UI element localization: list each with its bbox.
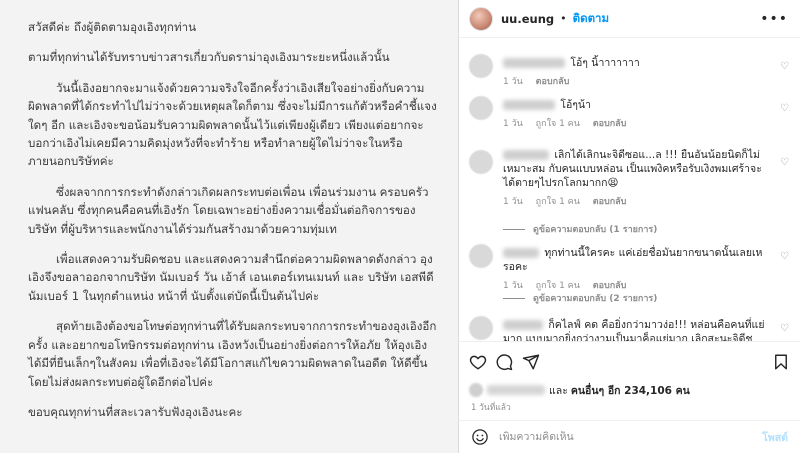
comment-text: โอ้ๆน้า (560, 99, 592, 111)
follow-button[interactable]: ติดตาม (573, 10, 609, 28)
comment-meta: 1 วัน ถูกใจ 1 คน ตอบกลับ (503, 117, 772, 131)
commenter-avatar[interactable] (469, 54, 493, 78)
post-header: uu.eung • ติดตาม ••• (459, 0, 800, 38)
commenter-name-blurred[interactable] (503, 248, 539, 258)
letter-closing: ขอบคุณทุกท่านที่สละเวลารับฟังอุงเอิงนะคะ (28, 404, 243, 419)
more-icon[interactable]: ••• (760, 11, 788, 27)
commenter-name-blurred[interactable] (503, 150, 549, 160)
separator-dot: • (560, 12, 567, 25)
comment-body: ก็คไลฟ์ คด คือยิ่งกว่ามาวง่อ!!! หล่อนคือ… (503, 318, 772, 341)
letter-paragraph-2: ซึ่งผลจากการกระทำดังกล่าวเกิดผลกระทบต่อเ… (28, 184, 429, 236)
view-replies-label: ดูข้อความตอบกลับ (2 รายการ) (533, 294, 658, 304)
comment-text: ทุกท่านนี้ใครคะ แค่เอ่ยชื่อมันยากขนาดนั้… (503, 247, 763, 273)
commenter-name-blurred[interactable] (503, 100, 555, 110)
comment-meta: 1 วัน ตอบกลับ (503, 75, 772, 89)
comment-time: 1 วัน (503, 197, 523, 207)
reply-button[interactable]: ตอบกลับ (593, 119, 627, 129)
reply-button[interactable]: ตอบกลับ (593, 281, 627, 291)
comment-time: 1 วัน (503, 119, 523, 129)
heart-icon[interactable]: ♡ (780, 324, 790, 334)
commenter-avatar[interactable] (469, 96, 493, 120)
bookmark-icon[interactable] (772, 353, 790, 371)
commenter-name-blurred[interactable] (503, 58, 565, 68)
liker-avatar (469, 383, 483, 397)
likes-summary[interactable]: และ คนอื่นๆ อีก 234,106 คน (469, 380, 790, 400)
liker-name-blurred[interactable] (487, 385, 545, 395)
view-replies-button[interactable]: ดูข้อความตอบกลับ (2 รายการ) (503, 291, 657, 305)
reply-button[interactable]: ตอบกลับ (593, 197, 627, 207)
comment-input[interactable] (499, 431, 763, 443)
comment-likes[interactable]: ถูกใจ 1 คน (536, 281, 580, 291)
comment-body: โอ้ๆน้า 1 วัน ถูกใจ 1 คน ตอบกลับ (503, 98, 772, 131)
avatar[interactable] (469, 6, 493, 31)
heart-icon[interactable]: ♡ (780, 104, 790, 114)
post-panel: uu.eung • ติดตาม ••• โอ้ๆ นิ้าาาาาาา 1 ว… (458, 0, 800, 453)
comment-meta: 1 วัน ถูกใจ 1 คน ตอบกลับ (503, 195, 772, 209)
comment-likes[interactable]: ถูกใจ 1 คน (536, 197, 580, 207)
emoji-icon[interactable] (471, 428, 489, 446)
likes-and: และ (549, 384, 568, 397)
post-button[interactable]: โพสต์ (762, 429, 788, 446)
heart-icon[interactable] (469, 353, 487, 371)
commenter-avatar[interactable] (469, 316, 493, 340)
commenter-name-blurred[interactable] (503, 320, 543, 330)
view-replies-label: ดูข้อความตอบกลับ (1 รายการ) (533, 225, 658, 235)
commenter-avatar[interactable] (469, 150, 493, 174)
likes-count[interactable]: คนอื่นๆ อีก 234,106 คน (571, 382, 690, 399)
comment-time: 1 วัน (503, 281, 523, 291)
comment-body: เลิกได้เลิกนะจิดีซอแ...ล !!! ยืนอันน้อยน… (503, 148, 772, 209)
comment-body: ทุกท่านนี้ใครคะ แค่เอ่ยชื่อมันยากขนาดนั้… (503, 246, 772, 293)
reply-button[interactable]: ตอบกลับ (536, 77, 570, 87)
share-icon[interactable] (522, 353, 540, 371)
post-timestamp: 1 วันที่แล้ว (471, 403, 511, 413)
comments-list[interactable]: โอ้ๆ นิ้าาาาาาา 1 วัน ตอบกลับ ♡ โอ้ๆน้า … (459, 38, 800, 341)
letter-greeting: สวัสดีค่ะ ถึงผู้ติดตามอุงเอิงทุกท่าน (28, 20, 197, 34)
view-replies-button[interactable]: ดูข้อความตอบกลับ (1 รายการ) (503, 222, 657, 236)
letter-paragraph-4: สุดท้ายเอิงต้องขอโทษต่อทุกท่านที่ได้รับผ… (28, 319, 437, 389)
letter-paragraph-3: เพื่อแสดงความรับผิดชอบ และแสดงความสำนึกต… (28, 252, 434, 303)
comment-composer: โพสต์ (459, 420, 800, 453)
username[interactable]: uu.eung (501, 12, 554, 26)
commenter-avatar[interactable] (469, 244, 493, 268)
replies-divider (503, 229, 525, 230)
comment-body: โอ้ๆ นิ้าาาาาาา 1 วัน ตอบกลับ (503, 56, 772, 89)
comment-text: โอ้ๆ นิ้าาาาาาา (570, 57, 640, 69)
heart-icon[interactable]: ♡ (780, 62, 790, 72)
heart-icon[interactable]: ♡ (780, 252, 790, 262)
heart-icon[interactable]: ♡ (780, 158, 790, 168)
apology-letter: สวัสดีค่ะ ถึงผู้ติดตามอุงเอิงทุกท่าน ตาม… (0, 0, 458, 453)
letter-intro: ตามที่ทุกท่านได้รับทราบข่าวสารเกี่ยวกับด… (28, 50, 390, 65)
replies-divider (503, 298, 525, 299)
comment-likes[interactable]: ถูกใจ 1 คน (536, 119, 580, 129)
comment-time: 1 วัน (503, 77, 523, 87)
action-bar (459, 341, 800, 381)
comment-icon[interactable] (495, 353, 513, 371)
letter-paragraph-1: วันนี้เอิงอยากจะมาแจ้งด้วยความจริงใจอีกค… (28, 80, 437, 169)
